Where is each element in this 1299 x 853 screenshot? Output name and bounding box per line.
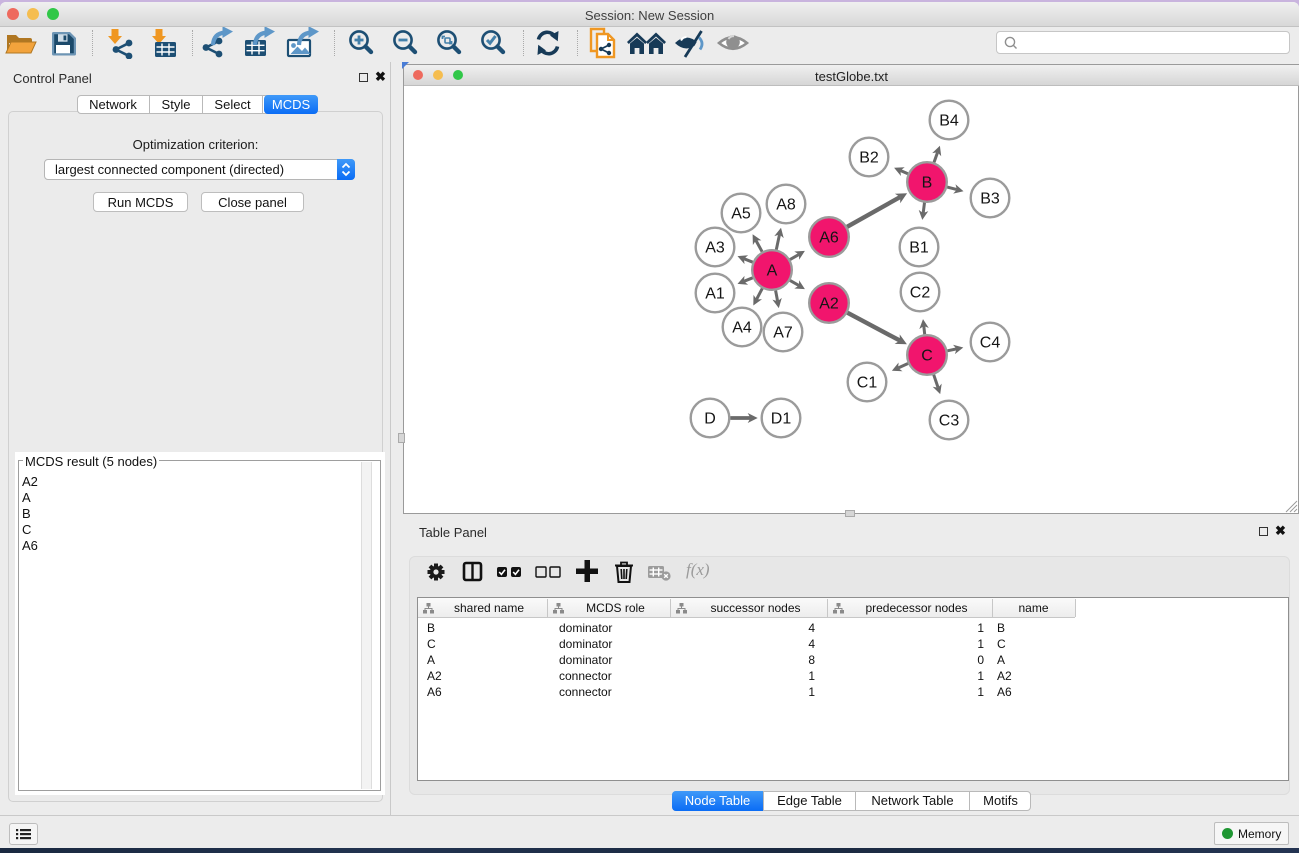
svg-text:B2: B2 [859, 150, 879, 167]
svg-text:A4: A4 [732, 320, 752, 337]
svg-text:B: B [922, 175, 933, 192]
svg-text:C2: C2 [910, 285, 931, 302]
svg-text:A1: A1 [705, 286, 725, 303]
svg-text:C: C [921, 348, 933, 365]
svg-text:C4: C4 [980, 335, 1001, 352]
svg-text:D1: D1 [771, 411, 792, 428]
svg-text:C1: C1 [857, 375, 878, 392]
svg-text:A6: A6 [819, 230, 839, 247]
svg-text:D: D [704, 411, 716, 428]
svg-text:B4: B4 [939, 113, 959, 130]
svg-text:A: A [767, 263, 778, 280]
svg-text:A5: A5 [731, 206, 751, 223]
svg-text:C3: C3 [939, 413, 960, 430]
svg-text:B1: B1 [909, 240, 929, 257]
svg-text:A2: A2 [819, 296, 839, 313]
svg-text:A8: A8 [776, 197, 796, 214]
svg-text:A7: A7 [773, 325, 793, 342]
svg-text:A3: A3 [705, 240, 725, 257]
svg-text:B3: B3 [980, 191, 1000, 208]
